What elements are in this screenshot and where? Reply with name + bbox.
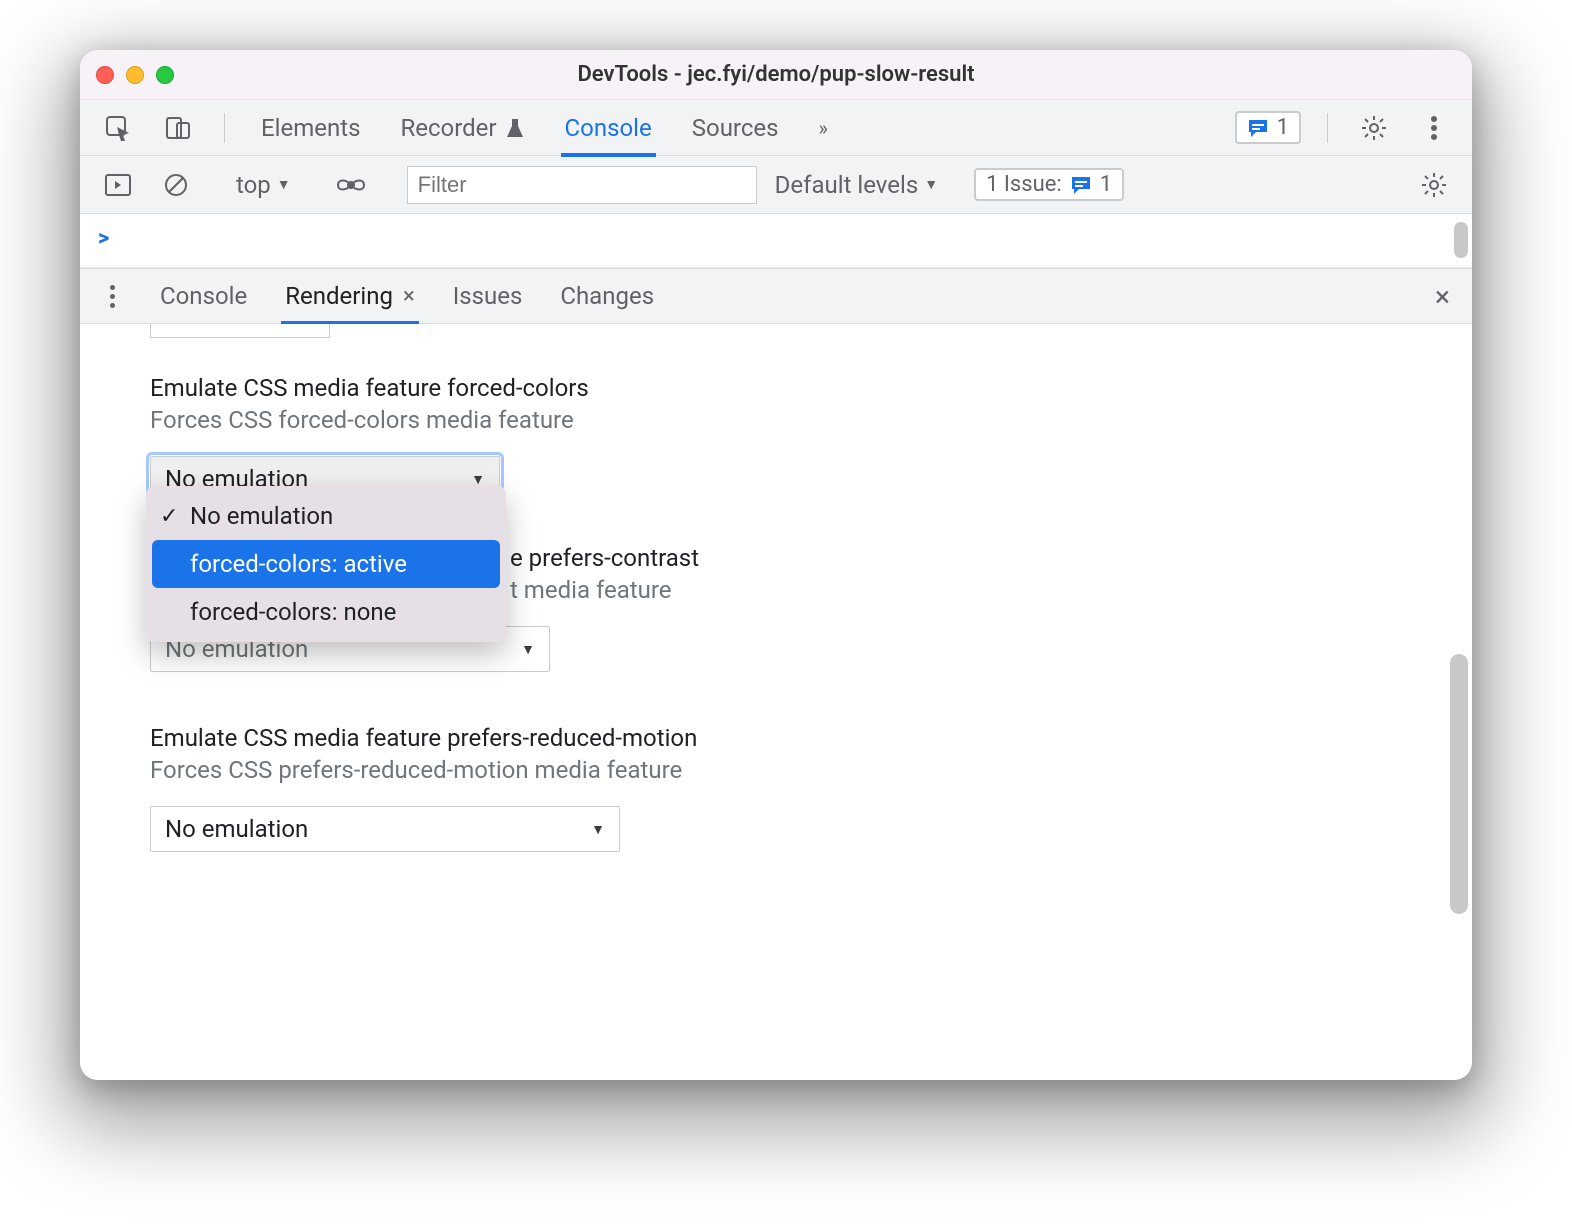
context-label: top [236, 171, 271, 199]
tab-recorder[interactable]: Recorder [390, 100, 534, 156]
chevron-down-icon: ▼ [471, 471, 485, 488]
issues-link[interactable]: 1 Issue: 1 [974, 168, 1124, 201]
kebab-menu-icon[interactable] [1414, 108, 1454, 148]
tab-label: Issues [453, 282, 523, 310]
scrollbar-thumb[interactable] [1454, 222, 1468, 258]
live-expression-icon[interactable] [331, 165, 371, 205]
message-icon [1247, 117, 1269, 139]
close-window-button[interactable] [96, 66, 114, 84]
dropdown-option[interactable]: forced-colors: active [152, 540, 500, 588]
tab-label: Sources [692, 114, 779, 142]
chevrons-icon: » [819, 116, 828, 140]
console-toolbar: top ▼ Default levels ▼ 1 Issue: 1 [80, 156, 1472, 214]
section-desc-visible-suffix: t media feature [510, 576, 672, 604]
issues-indicator[interactable]: 1 [1235, 111, 1301, 144]
main-tabstrip: Elements Recorder Console Sources » 1 [80, 100, 1472, 156]
window-controls [96, 66, 174, 84]
flask-icon [505, 117, 525, 139]
message-icon [1070, 174, 1092, 196]
zoom-window-button[interactable] [156, 66, 174, 84]
prefers-reduced-motion-select[interactable]: No emulation ▼ [150, 806, 620, 852]
select-value: No emulation [165, 815, 308, 843]
console-body[interactable]: > [80, 214, 1472, 268]
inspect-element-icon[interactable] [98, 108, 138, 148]
minimize-window-button[interactable] [126, 66, 144, 84]
drawer-tab-console[interactable]: Console [156, 268, 251, 324]
drawer-tab-rendering[interactable]: Rendering × [281, 268, 418, 324]
tab-label: Changes [560, 282, 654, 310]
context-selector[interactable]: top ▼ [232, 171, 295, 199]
section-title-visible-suffix: e prefers-contrast [510, 544, 699, 572]
console-prompt-caret: > [98, 226, 109, 251]
tab-sources[interactable]: Sources [682, 100, 789, 156]
chevron-down-icon: ▼ [277, 176, 291, 193]
rendering-panel: Emulate CSS media feature forced-colors … [80, 324, 1472, 1080]
issues-count: 1 [1100, 172, 1112, 197]
drawer-tab-issues[interactable]: Issues [449, 268, 527, 324]
tabs-overflow[interactable]: » [809, 100, 838, 156]
tab-label: Rendering [285, 282, 393, 310]
section-desc: Forces CSS forced-colors media feature [150, 406, 1472, 434]
dropdown-option[interactable]: forced-colors: none [146, 588, 506, 636]
settings-icon[interactable] [1354, 108, 1394, 148]
option-label: forced-colors: active [190, 550, 407, 578]
chevron-down-icon: ▼ [924, 176, 938, 193]
option-label: No emulation [190, 502, 333, 530]
tab-label: Elements [261, 114, 360, 142]
section-desc: Forces CSS prefers-reduced-motion media … [150, 756, 1472, 784]
section-title: Emulate CSS media feature forced-colors [150, 374, 1472, 402]
tab-label: Console [565, 114, 652, 142]
tab-console[interactable]: Console [555, 100, 662, 156]
clear-console-icon[interactable] [156, 165, 196, 205]
chevron-down-icon: ▼ [521, 641, 535, 658]
check-icon: ✓ [160, 504, 178, 529]
forced-colors-dropdown: ✓ No emulation forced-colors: active forced… [146, 486, 506, 642]
dropdown-option[interactable]: ✓ No emulation [146, 492, 506, 540]
sidebar-toggle-icon[interactable] [98, 165, 138, 205]
chevron-down-icon: ▼ [591, 821, 605, 838]
log-levels-selector[interactable]: Default levels ▼ [775, 171, 938, 199]
titlebar: DevTools - jec.fyi/demo/pup-slow-result [80, 50, 1472, 100]
scrollbar-thumb[interactable] [1450, 654, 1468, 914]
separator [1327, 113, 1328, 143]
devtools-window: DevTools - jec.fyi/demo/pup-slow-result … [80, 50, 1472, 1080]
console-settings-icon[interactable] [1414, 165, 1454, 205]
tab-label: Recorder [400, 114, 496, 142]
section-title: Emulate CSS media feature prefers-reduce… [150, 724, 1472, 752]
drawer-menu-icon[interactable] [98, 285, 126, 308]
levels-label: Default levels [775, 171, 919, 199]
issues-count: 1 [1277, 115, 1289, 140]
tab-label: Console [160, 282, 247, 310]
option-label: forced-colors: none [190, 598, 396, 626]
device-toolbar-icon[interactable] [158, 108, 198, 148]
prefers-reduced-motion-section: Emulate CSS media feature prefers-reduce… [150, 724, 1472, 852]
forced-colors-section: Emulate CSS media feature forced-colors … [150, 374, 1472, 502]
close-drawer-icon[interactable]: × [1435, 280, 1450, 313]
tab-elements[interactable]: Elements [251, 100, 370, 156]
window-title: DevTools - jec.fyi/demo/pup-slow-result [80, 62, 1472, 87]
separator [224, 113, 225, 143]
close-tab-icon[interactable]: × [403, 284, 415, 309]
drawer-tabstrip: Console Rendering × Issues Changes × [80, 268, 1472, 324]
issues-label: 1 Issue: [986, 172, 1062, 197]
filter-input[interactable] [407, 166, 757, 204]
drawer-tab-changes[interactable]: Changes [556, 268, 658, 324]
clipped-previous-control [150, 324, 330, 338]
